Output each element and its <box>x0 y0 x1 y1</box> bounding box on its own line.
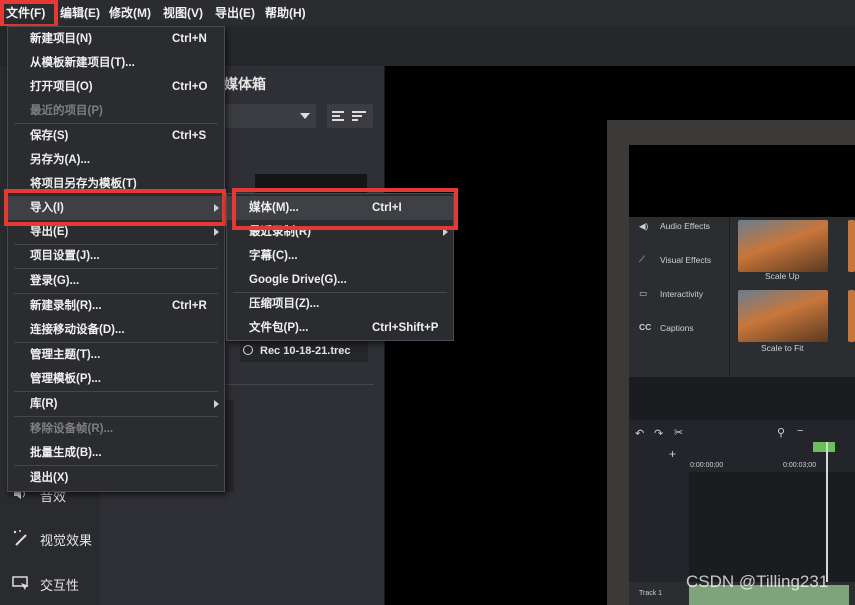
add-track-icon: + <box>669 447 677 461</box>
playhead-range <box>813 442 835 452</box>
preview-item-interactivity: Interactivity <box>660 289 703 299</box>
sort-dropdown[interactable] <box>224 104 316 128</box>
sidebar-item-label: 交互性 <box>40 578 80 593</box>
menu-modify[interactable]: 修改(M) <box>109 0 151 26</box>
preview-top-band <box>629 145 855 217</box>
import-item-highlight <box>4 189 226 226</box>
media-file-name: Rec 10-18-21.trec <box>260 345 351 357</box>
chevron-right-icon <box>214 400 219 408</box>
menu-export[interactable]: 导出(E) <box>215 0 255 26</box>
list-view-icon <box>331 108 347 124</box>
menu-item-manage-templates[interactable]: 管理模板(P)... <box>8 367 224 391</box>
menu-item-sign-in[interactable]: 登录(G)... <box>8 269 224 293</box>
file-menu: 新建项目(N) Ctrl+N 从模板新建项目(T)... 打开项目(O) Ctrl+… <box>7 26 225 492</box>
menu-item-remove-device-frame: 移除设备帧(R)... <box>30 423 114 435</box>
sort-icon <box>351 108 367 124</box>
menu-item-save-as[interactable]: 另存为(A)... <box>8 148 224 172</box>
thumb-partial <box>848 220 855 272</box>
file-menu-highlight <box>0 0 58 28</box>
preview-item-audio-effects: Audio Effects <box>660 221 710 231</box>
media-item-highlight <box>232 188 458 230</box>
menu-item-batch-production[interactable]: 批量生成(B)... <box>8 441 224 465</box>
menu-item-connect-mobile[interactable]: 连接移动设备(D)... <box>8 318 224 342</box>
sidebar-item-label: 视觉效果 <box>40 533 93 548</box>
thumb-label-scale-up: Scale Up <box>765 271 800 281</box>
preview-item-visual-effects: Visual Effects <box>660 255 712 265</box>
sidebar-item-interactivity[interactable]: 交互性 <box>10 571 100 595</box>
menu-view[interactable]: 视图(V) <box>163 0 203 26</box>
zoom-icon: ⚲ <box>777 427 786 439</box>
menu-edit[interactable]: 编辑(E) <box>60 0 100 26</box>
zoom-out-icon: − <box>797 425 804 437</box>
sidebar-item-visual-effects[interactable]: 视觉效果 <box>10 526 100 550</box>
menu-item-new-recording[interactable]: 新建录制(R)... Ctrl+R <box>8 294 224 318</box>
thumb-scale-to-fit <box>738 290 828 342</box>
menu-item-recent-projects: 最近的项目(P) <box>30 105 103 117</box>
menu-item-captions[interactable]: 字幕(C)... <box>227 244 453 268</box>
menu-item-new-from-template[interactable]: 从模板新建项目(T)... <box>8 51 224 75</box>
menu-item-new-project[interactable]: 新建项目(N) Ctrl+N <box>8 27 224 51</box>
redo-icon: ↷ <box>654 428 664 440</box>
divider <box>729 217 730 377</box>
media-bin-title: 媒体箱 <box>224 76 266 92</box>
captions-icon: CC <box>639 322 652 332</box>
thumb-label-scale-to-fit: Scale to Fit <box>761 343 804 353</box>
track-label: Track 1 <box>639 590 663 597</box>
thumb-partial <box>848 290 855 342</box>
undo-icon: ↶ <box>635 428 645 440</box>
timeline-time-1: 0:00:03;00 <box>783 462 817 469</box>
wand-icon: ⟋ <box>639 254 645 264</box>
menu-item-library[interactable]: 库(R) <box>8 392 224 416</box>
preview-panel: ◀) Audio Effects ⟋ Visual Effects ▭ Inte… <box>629 217 855 377</box>
record-icon <box>243 345 253 355</box>
menu-item-zipped-project[interactable]: 压缩项目(Z)... <box>227 292 453 316</box>
wand-icon <box>12 529 30 547</box>
menu-item-library-package[interactable]: 文件包(P)... Ctrl+Shift+P <box>227 316 453 340</box>
menu-item-exit[interactable]: 退出(X) <box>8 466 224 490</box>
menu-bar: 文件(F) 编辑(E) 修改(M) 视图(V) 导出(E) 帮助(H) <box>0 0 855 26</box>
timeline-time-0: 0:00:00;00 <box>690 462 724 469</box>
cut-icon: ✂ <box>674 427 684 439</box>
chevron-down-icon <box>300 113 310 119</box>
menu-item-project-settings[interactable]: 项目设置(J)... <box>8 244 224 268</box>
speaker-icon: ◀) <box>639 221 649 231</box>
thumb-scale-up <box>738 220 828 272</box>
interactivity-icon <box>12 575 30 591</box>
chevron-right-icon <box>214 228 219 236</box>
media-file-item[interactable]: Rec 10-18-21.trec <box>240 340 368 362</box>
view-toggle[interactable] <box>327 104 373 128</box>
menu-item-save[interactable]: 保存(S) Ctrl+S <box>8 124 224 148</box>
preview-item-captions: Captions <box>660 323 694 333</box>
interactivity-icon: ▭ <box>639 288 648 298</box>
menu-item-open-project[interactable]: 打开项目(O) Ctrl+O <box>8 75 224 99</box>
menu-help[interactable]: 帮助(H) <box>265 0 306 26</box>
menu-item-manage-themes[interactable]: 管理主题(T)... <box>8 343 224 367</box>
watermark: CSDN @Tilling231 <box>686 572 829 591</box>
menu-item-google-drive[interactable]: Google Drive(G)... <box>227 268 453 292</box>
